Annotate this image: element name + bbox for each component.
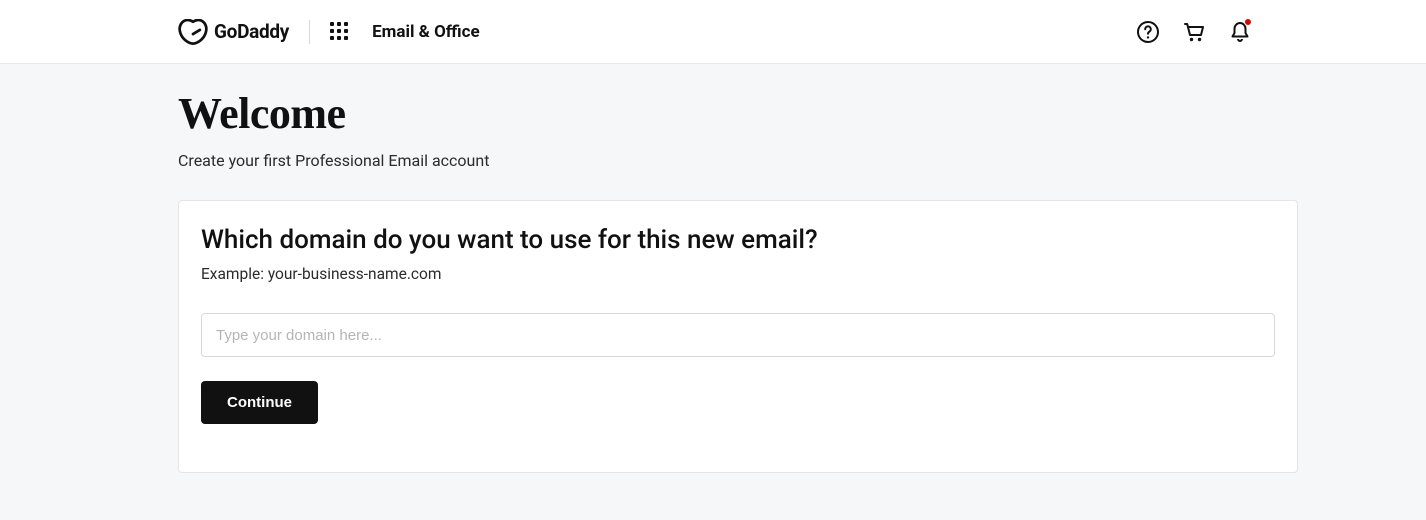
godaddy-logo-icon bbox=[178, 19, 208, 45]
brand-logo[interactable]: GoDaddy bbox=[178, 19, 289, 45]
notifications-button[interactable] bbox=[1228, 20, 1252, 44]
header-right-group bbox=[1136, 20, 1402, 44]
continue-button[interactable]: Continue bbox=[201, 381, 318, 424]
product-name[interactable]: Email & Office bbox=[372, 22, 480, 42]
notification-dot-icon bbox=[1244, 18, 1252, 26]
card-example-text: Example: your-business-name.com bbox=[201, 265, 1275, 283]
apps-grid-icon[interactable] bbox=[330, 22, 350, 42]
domain-input[interactable] bbox=[201, 313, 1275, 357]
header-left-group: GoDaddy Email & Office bbox=[178, 19, 480, 45]
header-bar: GoDaddy Email & Office bbox=[0, 0, 1426, 64]
page-title: Welcome bbox=[178, 88, 1298, 139]
header-divider bbox=[309, 20, 310, 44]
card-title: Which domain do you want to use for this… bbox=[201, 225, 1275, 255]
page-subtitle: Create your first Professional Email acc… bbox=[178, 151, 1298, 170]
brand-name: GoDaddy bbox=[214, 20, 289, 43]
main-content: Welcome Create your first Professional E… bbox=[0, 64, 1426, 513]
cart-icon[interactable] bbox=[1182, 20, 1206, 44]
help-icon[interactable] bbox=[1136, 20, 1160, 44]
domain-card: Which domain do you want to use for this… bbox=[178, 200, 1298, 473]
